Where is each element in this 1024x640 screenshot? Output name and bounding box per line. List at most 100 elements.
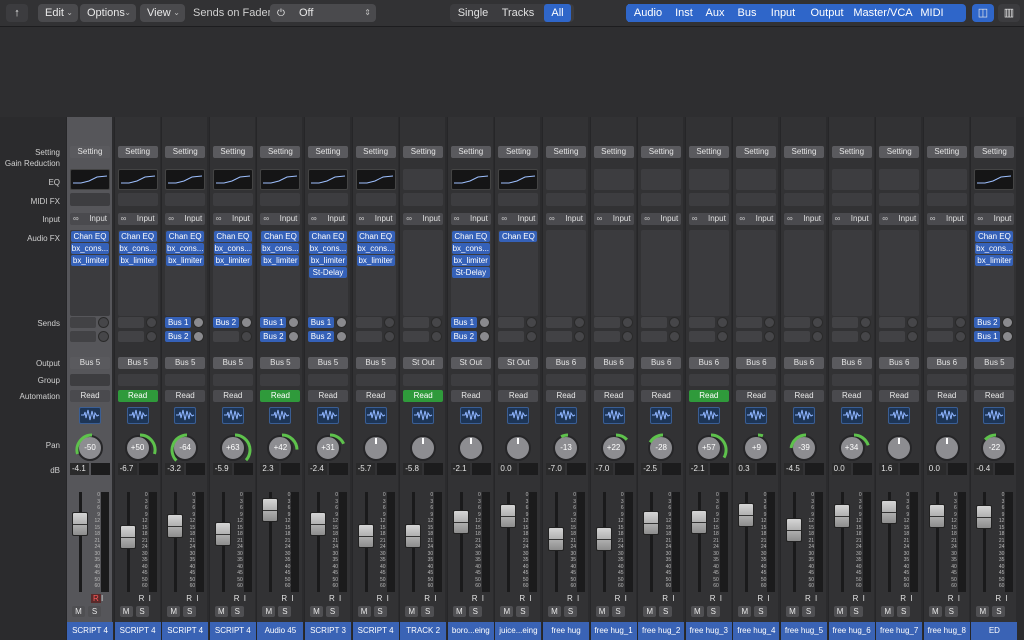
output-slot[interactable]: Bus 5 — [355, 357, 396, 369]
track-name[interactable]: free hug_5 — [781, 622, 827, 640]
solo-button[interactable]: S — [754, 606, 768, 617]
audio-fx-plugin[interactable]: bx_limiter — [213, 255, 252, 266]
options-menu[interactable]: Options ⌄ — [80, 4, 136, 22]
output-slot[interactable]: Bus 5 — [308, 357, 348, 369]
send-level-knob[interactable] — [954, 317, 966, 328]
volume-fader-cap[interactable] — [72, 512, 88, 536]
send-slot[interactable] — [641, 317, 668, 328]
eq-thumbnail[interactable] — [450, 169, 491, 190]
input-monitor-button[interactable]: I — [101, 594, 103, 603]
send-level-knob[interactable] — [431, 317, 443, 328]
pan-knob[interactable] — [362, 435, 389, 461]
pan-knob[interactable]: -13 — [553, 433, 579, 461]
midi-fx-slot[interactable] — [355, 193, 396, 206]
audio-fx-plugin[interactable]: Chan EQ — [356, 231, 395, 242]
input-slot[interactable]: ∞ Input — [450, 213, 491, 225]
track-name[interactable]: free hug_3 — [685, 622, 732, 640]
record-enable-button[interactable]: R — [186, 594, 192, 603]
send-slot[interactable]: Bus 2 — [165, 331, 192, 342]
audio-fx-plugin[interactable]: Chan EQ — [118, 231, 157, 242]
setting-button[interactable]: Setting — [165, 146, 206, 158]
input-slot[interactable]: ∞ Input — [117, 213, 158, 225]
group-slot[interactable] — [212, 374, 253, 386]
channel-strip[interactable]: Setting ∞ Input St Out Read -5.8 0 3 6 9 12 15 18 21 2… — [399, 117, 447, 640]
input-monitor-button[interactable]: I — [291, 594, 293, 603]
output-slot[interactable]: Bus 5 — [70, 357, 110, 369]
view-menu[interactable]: View ⌄ — [140, 4, 185, 22]
output-slot[interactable]: Bus 6 — [593, 357, 634, 369]
output-slot[interactable]: Bus 6 — [784, 357, 824, 369]
audio-fx-plugin[interactable]: bx_limiter — [118, 255, 157, 266]
record-enable-button[interactable]: R — [472, 594, 478, 603]
setting-button[interactable]: Setting — [641, 146, 682, 158]
group-slot[interactable] — [117, 374, 158, 386]
volume-fader-cap[interactable] — [976, 505, 993, 529]
audio-fx-plugin[interactable]: bx_limiter — [71, 255, 109, 266]
mute-button[interactable]: M — [214, 606, 228, 617]
output-slot[interactable]: Bus 6 — [641, 357, 682, 369]
record-enable-button[interactable]: R — [377, 594, 383, 603]
send-slot[interactable] — [403, 331, 430, 342]
send-level-knob[interactable] — [621, 317, 633, 328]
send-level-knob[interactable] — [431, 331, 443, 342]
eq-thumbnail[interactable] — [355, 169, 396, 190]
input-slot[interactable]: ∞ Input — [736, 213, 777, 225]
setting-button[interactable]: Setting — [498, 146, 539, 158]
send-level-knob[interactable] — [812, 331, 823, 342]
send-level-knob[interactable] — [526, 331, 538, 342]
mute-button[interactable]: M — [595, 606, 609, 617]
send-slot[interactable] — [641, 331, 668, 342]
record-enable-button[interactable]: R — [662, 594, 668, 603]
solo-button[interactable]: S — [326, 606, 339, 617]
track-name[interactable]: juice...eing — [495, 622, 542, 640]
volume-fader-cap[interactable] — [595, 527, 612, 551]
pan-knob[interactable]: +31 — [315, 433, 345, 461]
track-name[interactable]: Audio 45 — [257, 622, 304, 640]
automation-mode[interactable]: Read — [688, 390, 729, 402]
record-enable-button[interactable]: R — [853, 594, 859, 603]
automation-mode[interactable]: Read — [498, 390, 539, 402]
input-monitor-button[interactable]: I — [529, 594, 531, 603]
audio-fx-plugin[interactable]: bx_cons... — [356, 243, 395, 254]
audio-fx-plugin[interactable]: Chan EQ — [309, 231, 347, 242]
volume-fader-track[interactable] — [697, 492, 701, 592]
audio-fx-area[interactable]: Chan EQ bx_cons... bx_limiter — [355, 230, 396, 316]
output-slot[interactable]: Bus 6 — [688, 357, 729, 369]
volume-fader-cap[interactable] — [928, 504, 945, 528]
pan-knob[interactable]: -28 — [648, 433, 675, 461]
pan-knob[interactable]: -50 — [75, 433, 103, 461]
solo-button[interactable]: S — [706, 606, 720, 617]
record-enable-button[interactable]: R — [567, 594, 573, 603]
mute-button[interactable]: M — [452, 606, 466, 617]
midi-fx-slot[interactable] — [450, 193, 491, 206]
send-slot[interactable] — [831, 331, 858, 342]
input-slot[interactable]: ∞ Input — [688, 213, 729, 225]
audio-fx-plugin[interactable]: Chan EQ — [166, 231, 205, 242]
setting-button[interactable]: Setting — [403, 146, 444, 158]
send-level-knob[interactable] — [859, 331, 871, 342]
midi-fx-slot[interactable] — [498, 193, 539, 206]
group-slot[interactable] — [403, 374, 444, 386]
automation-mode[interactable]: Read — [879, 390, 920, 402]
audio-fx-plugin[interactable]: bx_limiter — [356, 255, 395, 266]
track-name[interactable]: free hug — [543, 622, 589, 640]
send-level-knob[interactable] — [193, 317, 205, 328]
volume-fader-cap[interactable] — [690, 510, 707, 534]
eq-thumbnail[interactable] — [831, 169, 872, 190]
audio-fx-plugin[interactable]: Chan EQ — [213, 231, 252, 242]
all-view-button[interactable]: All — [544, 4, 571, 22]
eq-thumbnail[interactable] — [974, 169, 1015, 190]
audio-fx-plugin[interactable]: bx_cons... — [71, 243, 109, 254]
output-slot[interactable]: St Out — [498, 357, 539, 369]
audio-fx-area[interactable] — [926, 230, 967, 316]
audio-fx-plugin[interactable]: bx_cons... — [309, 243, 347, 254]
volume-fader-cap[interactable] — [833, 504, 850, 528]
volume-fader-track[interactable] — [793, 492, 796, 592]
pan-knob[interactable]: +34 — [838, 433, 870, 461]
volume-fader-cap[interactable] — [214, 522, 231, 546]
record-enable-button[interactable]: R — [519, 594, 525, 603]
track-name[interactable]: SCRIPT 4 — [162, 622, 209, 640]
volume-fader-cap[interactable] — [119, 525, 136, 549]
setting-button[interactable]: Setting — [784, 146, 824, 158]
volume-fader-cap[interactable] — [167, 514, 184, 538]
